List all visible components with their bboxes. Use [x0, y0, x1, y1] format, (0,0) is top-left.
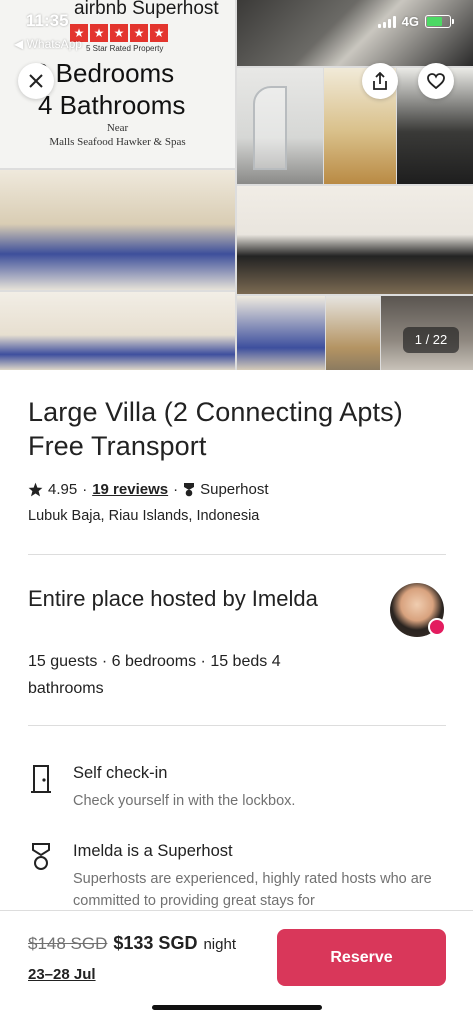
promo-nearby-places: Malls Seafood Hawker & Spas [49, 136, 186, 148]
listing-location[interactable]: Lubuk Baja, Riau Islands, Indonesia [28, 508, 259, 524]
superhost-medal-icon [184, 483, 195, 497]
door-icon [31, 765, 51, 793]
price-unit: night [203, 936, 236, 953]
feature-title: Imelda is a Superhost [73, 842, 233, 860]
superhost-badge-icon [428, 618, 446, 636]
promo-bedrooms: 6 Bedrooms [34, 58, 175, 88]
photo-bedroom-2[interactable] [0, 292, 235, 370]
feature-description: Check yourself in with the lockbox. [73, 793, 296, 809]
save-favorite-button[interactable] [418, 63, 454, 99]
photo-bedroom-3[interactable] [237, 296, 325, 370]
heart-icon [427, 73, 445, 89]
meta-separator: · [173, 481, 179, 498]
status-time: 11:35 [26, 11, 69, 30]
reserve-button[interactable]: Reserve [277, 929, 446, 986]
photo-living-room[interactable] [237, 186, 473, 294]
rating-value: 4.95 [48, 481, 78, 498]
photo-bathroom[interactable] [237, 68, 323, 184]
share-icon [373, 72, 387, 90]
feature-title: Self check-in [73, 764, 168, 782]
meta-separator: · [82, 481, 88, 498]
medal-icon [32, 843, 50, 870]
battery-icon [425, 15, 454, 28]
original-price: $148 SGD [28, 934, 108, 953]
host-avatar[interactable] [390, 583, 446, 637]
price-row: $148 SGD $133 SGD night [28, 933, 236, 954]
photo-counter: 1 / 22 [403, 327, 459, 353]
divider [28, 725, 446, 726]
feature-description: Superhosts are experienced, highly rated… [73, 871, 432, 909]
photo-bedroom[interactable] [0, 170, 235, 290]
reviews-link[interactable]: 19 reviews [92, 481, 168, 498]
promo-bathrooms: 4 Bathrooms [38, 90, 186, 120]
discounted-price: $133 SGD [113, 933, 198, 953]
listing-meta: 4.95 · 19 reviews · Superhost [28, 481, 269, 498]
status-bar: 11:35 ◀ WhatsApp 4G [0, 0, 473, 56]
close-icon [29, 74, 43, 88]
photo-patio[interactable] [326, 296, 380, 370]
signal-icon [377, 15, 396, 28]
promo-near: Near [106, 122, 129, 134]
feature-superhost: Imelda is a Superhost Superhosts are exp… [28, 842, 448, 912]
listing-title: Large Villa (2 Connecting Apts) Free Tra… [28, 397, 403, 461]
back-to-app-link[interactable]: ◀ WhatsApp [14, 37, 82, 51]
share-button[interactable] [362, 63, 398, 99]
host-heading: Entire place hosted by Imelda [28, 586, 318, 611]
divider [28, 554, 446, 555]
star-icon [28, 482, 43, 497]
trip-dates-link[interactable]: 23–28 Jul [28, 966, 96, 983]
superhost-label: Superhost [200, 481, 269, 498]
status-indicators: 4G [377, 14, 454, 29]
home-indicator[interactable] [152, 1005, 322, 1010]
close-button[interactable] [18, 63, 54, 99]
host-details: 15 guests · 6 bedrooms · 15 beds 4 bathr… [28, 653, 281, 697]
feature-self-check-in: Self check-in Check yourself in with the… [28, 764, 448, 824]
network-type: 4G [401, 14, 419, 29]
